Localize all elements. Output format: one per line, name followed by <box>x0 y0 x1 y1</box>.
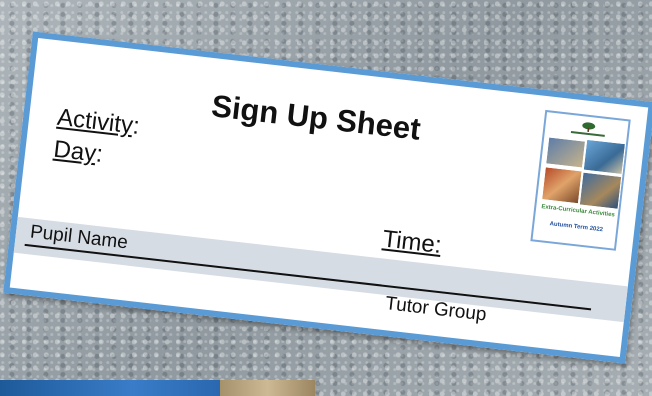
brochure-photo-2 <box>582 138 627 176</box>
time-label: Time: <box>381 225 443 260</box>
tree-logo-icon <box>582 122 596 132</box>
brochure-term: Autumn Term 2022 <box>549 221 604 234</box>
time-label-text: Time: <box>381 225 443 259</box>
brochure-photo-4 <box>578 171 623 210</box>
day-label: Day: <box>52 136 104 169</box>
background-photo-blue <box>0 380 220 396</box>
sheet-title: Sign Up Sheet <box>209 88 423 147</box>
sign-up-sheet-card: Sign Up Sheet Activity: Day: Time: Pupil… <box>3 31 652 364</box>
background-photo-tan <box>220 380 315 396</box>
activities-brochure-thumbnail: Extra-Curricular Activities Autumn Term … <box>530 109 631 251</box>
brochure-photo-1 <box>545 136 587 169</box>
brochure-photo-3 <box>541 166 583 205</box>
activity-label-text: Activity <box>55 103 135 140</box>
day-label-text: Day <box>52 135 98 168</box>
activity-label: Activity: <box>56 104 141 141</box>
